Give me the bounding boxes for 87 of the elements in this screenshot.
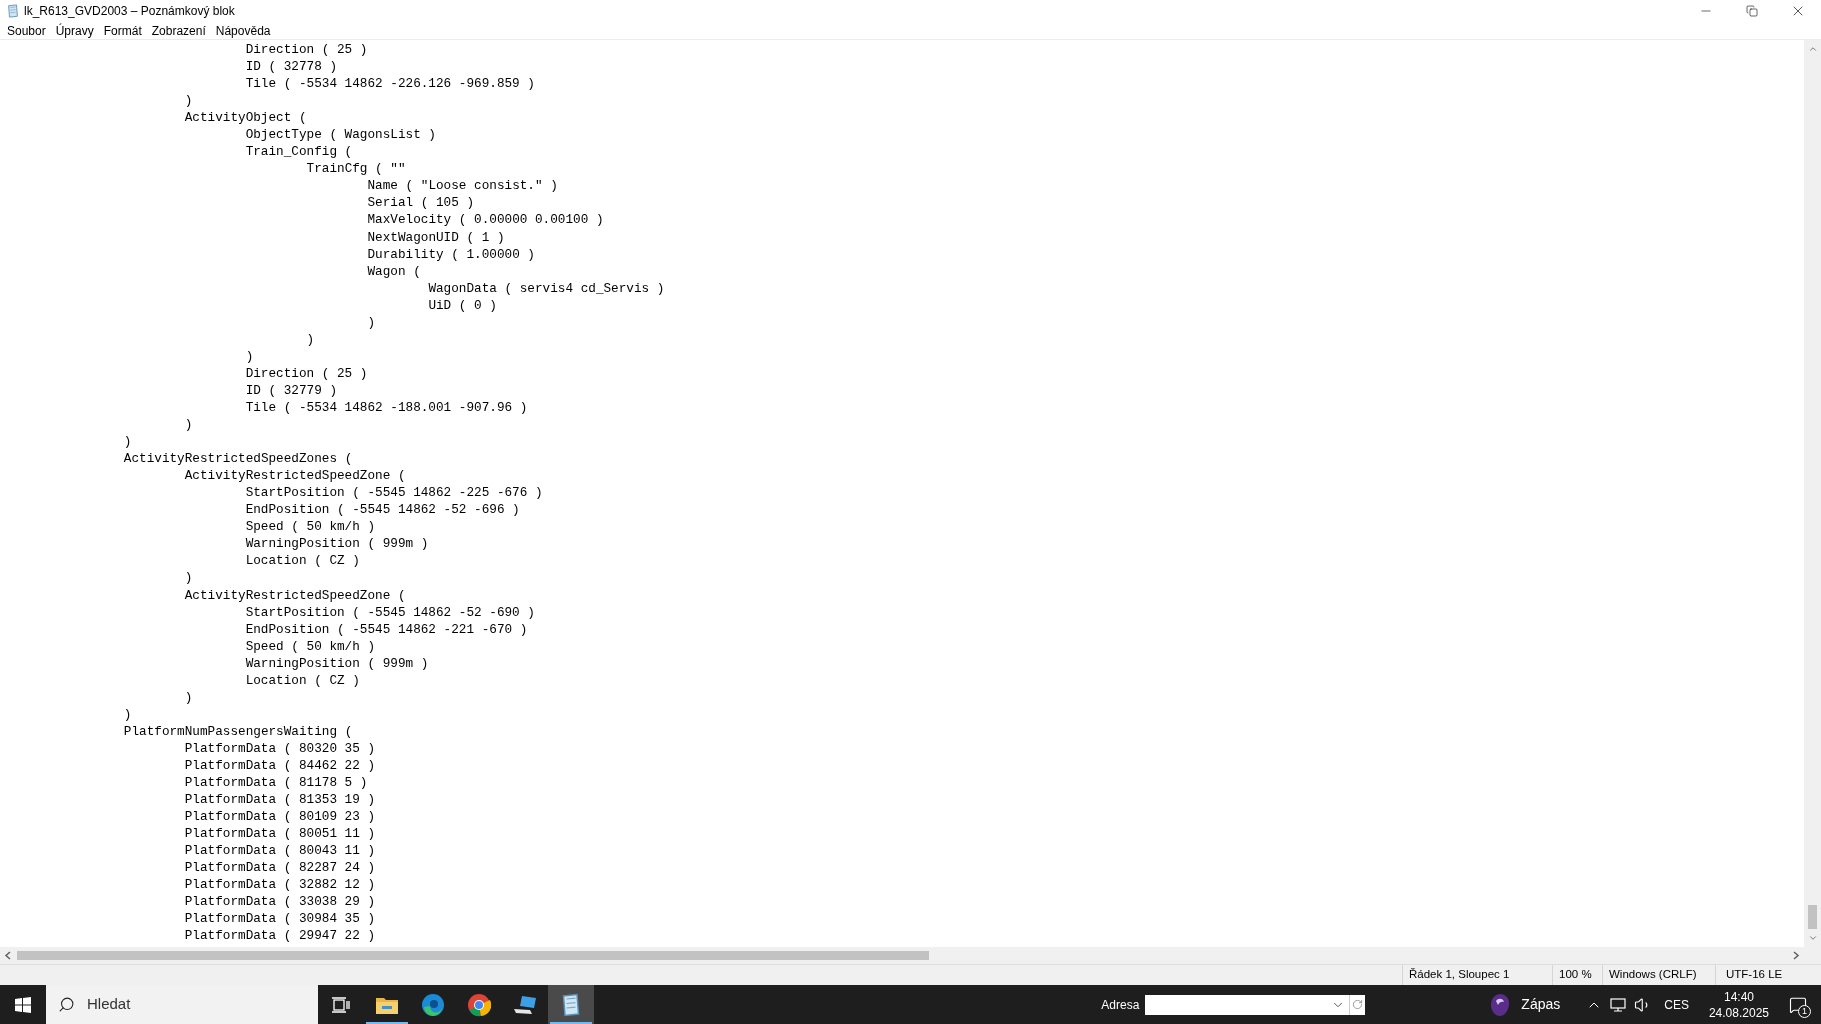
code-line: ActivityRestrictedSpeedZone (	[183, 586, 406, 604]
crest-icon	[1489, 992, 1512, 1017]
code-line: Direction ( 25 )	[244, 41, 368, 59]
code-line: ID ( 32778 )	[244, 58, 337, 76]
code-line: PlatformData ( 30984 35 )	[183, 910, 376, 928]
computer-icon	[512, 993, 538, 1016]
code-line: WarningPosition ( 999m )	[244, 535, 429, 553]
code-line: PlatformData ( 80320 35 )	[183, 739, 376, 757]
code-line: )	[244, 347, 254, 365]
code-line: PlatformData ( 33038 29 )	[183, 893, 376, 911]
menu-item[interactable]: Formát	[98, 24, 147, 37]
clock[interactable]: 14:40 24.08.2025	[1702, 988, 1775, 1021]
code-line: )	[183, 569, 193, 587]
code-line: PlatformData ( 80043 11 )	[183, 842, 376, 860]
code-line: )	[183, 416, 193, 434]
task-view-icon	[332, 996, 350, 1013]
code-line: ActivityRestrictedSpeedZones (	[122, 450, 353, 468]
code-line: Speed ( 50 km/h )	[244, 637, 376, 655]
menu-item[interactable]: Soubor	[2, 24, 51, 37]
code-line: Wagon (	[366, 262, 421, 280]
code-line: EndPosition ( -5545 14862 -221 -670 )	[244, 620, 528, 638]
code-line: PlatformData ( 81178 5 )	[183, 774, 368, 792]
code-line: StartPosition ( -5545 14862 -52 -690 )	[244, 603, 535, 621]
code-line: Name ( "Loose consist." )	[366, 177, 558, 195]
address-field[interactable]	[1145, 994, 1366, 1015]
code-line: MaxVelocity ( 0.00000 0.00100 )	[366, 211, 604, 229]
code-line: Tile ( -5534 14862 -188.001 -907.96 )	[244, 399, 528, 417]
restore-icon	[1746, 5, 1758, 17]
code-line: PlatformData ( 29947 22 )	[183, 927, 376, 945]
cursor-position: Řádek 1, Sloupec 1	[1409, 967, 1510, 983]
code-line: Speed ( 50 km/h )	[244, 518, 376, 536]
menu-item[interactable]: Zobrazení	[146, 24, 211, 37]
code-line: )	[305, 330, 315, 348]
notepad-icon	[6, 4, 20, 18]
code-line: UiD ( 0 )	[427, 296, 497, 314]
code-line: ObjectType ( WagonsList )	[244, 126, 436, 144]
code-line: Location ( CZ )	[244, 671, 360, 689]
address-label: Adresa	[1101, 996, 1140, 1014]
language-indicator[interactable]: CES	[1664, 995, 1689, 1014]
widget-button[interactable]: Zápas	[1483, 985, 1567, 1024]
menu-item[interactable]: Nápověda	[210, 24, 276, 37]
code-line: Train_Config (	[244, 143, 353, 161]
windows-icon	[15, 996, 31, 1013]
code-line: Durability ( 1.00000 )	[366, 245, 535, 263]
scrollbar-thumb[interactable]	[1808, 905, 1817, 929]
code-line: Location ( CZ )	[244, 552, 360, 570]
window-title: lk_R613_GVD2003 – Poznámkový blok	[24, 5, 235, 17]
code-line: NextWagonUID ( 1 )	[366, 228, 505, 246]
code-line: PlatformData ( 80109 23 )	[183, 808, 376, 826]
search-icon	[58, 996, 75, 1013]
scroll-up-icon	[1807, 44, 1818, 54]
code-line: PlatformData ( 80051 11 )	[183, 825, 376, 843]
code-line: )	[183, 688, 193, 706]
code-line: PlatformNumPassengersWaiting (	[122, 722, 353, 740]
code-line: PlatformData ( 82287 24 )	[183, 859, 376, 877]
code-line: ActivityRestrictedSpeedZone (	[183, 467, 406, 485]
code-line: PlatformData ( 84462 22 )	[183, 756, 376, 774]
search-field[interactable]: Hledat	[46, 985, 318, 1024]
code-line: )	[122, 705, 132, 723]
code-line: PlatformData ( 81353 19 )	[183, 791, 376, 809]
code-line: )	[183, 92, 193, 110]
network-icon[interactable]	[1610, 996, 1629, 1013]
code-line: PlatformData ( 32882 12 )	[183, 876, 376, 894]
scroll-down-icon	[1807, 933, 1818, 943]
code-line: EndPosition ( -5545 14862 -52 -696 )	[244, 501, 520, 519]
code-line: WarningPosition ( 999m )	[244, 654, 429, 672]
refresh-icon	[1352, 999, 1364, 1010]
code-line: Serial ( 105 )	[366, 194, 475, 212]
code-line: ID ( 32779 )	[244, 381, 337, 399]
code-line: )	[122, 433, 132, 451]
code-line: TrainCfg ( ""	[305, 160, 406, 178]
menu-item[interactable]: Úpravy	[50, 24, 99, 37]
taskbar-app[interactable]	[548, 985, 594, 1024]
line-ending: Windows (CRLF)	[1609, 967, 1697, 983]
encoding: UTF-16 LE	[1726, 967, 1783, 983]
zoom-level: 100 %	[1559, 967, 1592, 983]
code-line: StartPosition ( -5545 14862 -225 -676 )	[244, 484, 543, 502]
code-line: )	[366, 313, 376, 331]
code-line: Direction ( 25 )	[244, 364, 368, 382]
code-line: WagonData ( servis4 cd_Servis )	[427, 279, 665, 297]
browser-icon	[467, 992, 491, 1017]
vertical-scrollbar[interactable]	[1804, 40, 1821, 947]
scrollbar-thumb[interactable]	[17, 951, 929, 960]
notification-count: 1	[1798, 1005, 1811, 1018]
code-line: ActivityObject (	[183, 109, 307, 127]
browser-icon	[421, 992, 445, 1017]
code-line: Tile ( -5534 14862 -226.126 -969.859 )	[244, 75, 535, 93]
